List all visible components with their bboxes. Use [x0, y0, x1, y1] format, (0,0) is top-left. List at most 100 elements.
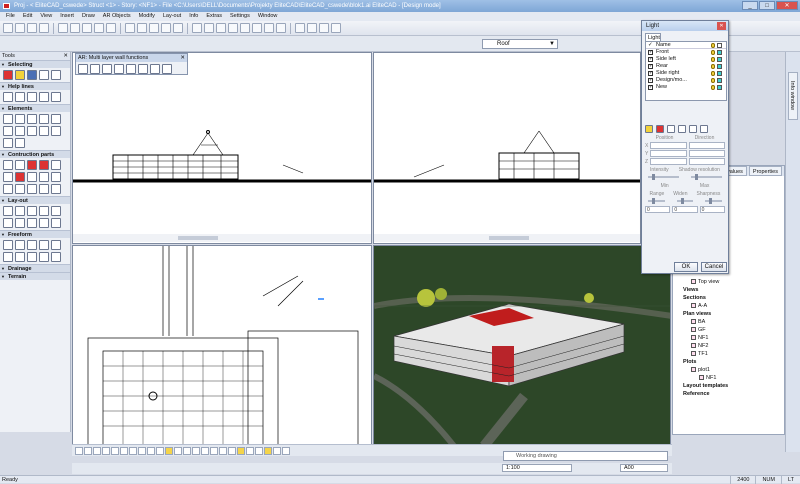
- group-terrain[interactable]: Terrain: [0, 272, 70, 281]
- snap-endpoint-icon[interactable]: [75, 446, 83, 455]
- legend-icon[interactable]: [27, 218, 37, 228]
- light-color-swatch[interactable]: [717, 64, 722, 69]
- tree-node-top-view[interactable]: Top view: [675, 278, 782, 286]
- sharpness-input[interactable]: 0: [699, 206, 725, 213]
- snap-polar-icon[interactable]: [255, 446, 263, 455]
- light-checkbox[interactable]: [648, 63, 653, 70]
- select-layer-icon[interactable]: [39, 70, 49, 80]
- intensity-slider[interactable]: [648, 174, 679, 180]
- view-iso-icon[interactable]: [331, 23, 341, 33]
- select-all-icon[interactable]: [51, 70, 61, 80]
- ceiling-icon[interactable]: [51, 184, 61, 194]
- tab-properties[interactable]: Properties: [748, 166, 782, 176]
- light-bulb-icon[interactable]: [711, 64, 715, 69]
- tree-node-layout-templates[interactable]: Layout templates: [675, 382, 782, 390]
- image-icon[interactable]: [51, 218, 61, 228]
- range-input[interactable]: 0: [645, 206, 671, 213]
- tree-node-tf1[interactable]: TF1: [675, 350, 782, 358]
- light-bulb-icon[interactable]: [711, 50, 715, 55]
- tree-node-ba[interactable]: BA: [675, 318, 782, 326]
- position-y-input[interactable]: [650, 150, 687, 157]
- tree-node-plan-views[interactable]: Plan views: [675, 310, 782, 318]
- dimension-icon[interactable]: [3, 138, 13, 148]
- frame-icon[interactable]: [39, 206, 49, 216]
- light-color-icon[interactable]: [667, 125, 675, 133]
- new-file-icon[interactable]: [3, 23, 13, 33]
- snap-magnet-icon[interactable]: [237, 446, 245, 455]
- group-elements[interactable]: Elements: [0, 104, 70, 113]
- rectangle-icon[interactable]: [27, 114, 37, 124]
- menu-settings[interactable]: Settings: [226, 12, 254, 21]
- door-icon[interactable]: [39, 160, 49, 170]
- layer-select[interactable]: Roof ▼: [482, 39, 558, 49]
- print-icon[interactable]: [39, 23, 49, 33]
- light-icon[interactable]: [276, 23, 286, 33]
- view-top-icon[interactable]: [307, 23, 317, 33]
- snap-settings-icon[interactable]: [282, 446, 290, 455]
- zoom-window-icon[interactable]: [149, 23, 159, 33]
- select-element-icon[interactable]: [27, 70, 37, 80]
- wall-layer-icon[interactable]: [90, 64, 100, 74]
- new-light-icon[interactable]: [645, 125, 653, 133]
- snap-extension-icon[interactable]: [156, 446, 164, 455]
- arc-icon[interactable]: [51, 114, 61, 124]
- close-icon[interactable]: ✕: [180, 54, 185, 62]
- north-arrow-icon[interactable]: [51, 206, 61, 216]
- light-checkbox[interactable]: [648, 77, 653, 84]
- cancel-button[interactable]: Cancel: [701, 262, 727, 272]
- menu-edit[interactable]: Edit: [19, 12, 36, 21]
- sphere-icon[interactable]: [27, 240, 37, 250]
- snap-distance-icon[interactable]: [219, 446, 227, 455]
- range-slider[interactable]: [648, 198, 665, 204]
- light-checkbox[interactable]: [648, 70, 653, 77]
- line-icon[interactable]: [3, 114, 13, 124]
- wall-icon[interactable]: [3, 160, 13, 170]
- tree-node-sections[interactable]: Sections: [675, 294, 782, 302]
- snap-midpoint-icon[interactable]: [84, 446, 92, 455]
- wall-layer-icon[interactable]: [114, 64, 124, 74]
- tree-node-plot-nf1[interactable]: NF1: [675, 374, 782, 382]
- section-mark-icon[interactable]: [15, 218, 25, 228]
- light-color-swatch[interactable]: [717, 78, 722, 83]
- walk-icon[interactable]: [252, 23, 262, 33]
- close-icon[interactable]: ✕: [717, 22, 726, 30]
- menu-file[interactable]: File: [2, 12, 19, 21]
- open-light-icon[interactable]: [678, 125, 686, 133]
- menu-modify[interactable]: Modify: [135, 12, 159, 21]
- snap-active-icon[interactable]: [165, 446, 173, 455]
- box-icon[interactable]: [3, 240, 13, 250]
- shadow-slider[interactable]: [691, 174, 722, 180]
- light-color-swatch[interactable]: [717, 85, 722, 90]
- snap-tangent-icon[interactable]: [120, 446, 128, 455]
- direction-y-input[interactable]: [688, 150, 725, 157]
- snap-track-icon[interactable]: [264, 446, 272, 455]
- light-row[interactable]: Front: [646, 49, 726, 56]
- opening-icon[interactable]: [39, 172, 49, 182]
- group-construction-parts[interactable]: Contruction parts: [0, 150, 70, 159]
- menu-layout[interactable]: Lay-out: [159, 12, 185, 21]
- group-selecting[interactable]: Selecting: [0, 60, 70, 69]
- wall-layer-icon[interactable]: [138, 64, 148, 74]
- snap-center-icon[interactable]: [93, 446, 101, 455]
- light-row[interactable]: Side right: [646, 70, 726, 77]
- position-x-input[interactable]: [650, 142, 687, 149]
- direction-x-input[interactable]: [688, 142, 725, 149]
- redo-icon[interactable]: [106, 23, 116, 33]
- menu-insert[interactable]: Insert: [56, 12, 78, 21]
- snap-parallel-icon[interactable]: [174, 446, 182, 455]
- stair-icon[interactable]: [51, 160, 61, 170]
- help-line-icon[interactable]: [3, 92, 13, 102]
- railing-icon[interactable]: [3, 184, 13, 194]
- hatch-icon[interactable]: [51, 126, 61, 136]
- roof-icon[interactable]: [15, 172, 25, 182]
- tree-node-nf2[interactable]: NF2: [675, 342, 782, 350]
- help-line-cross-icon[interactable]: [51, 92, 61, 102]
- column-icon[interactable]: [15, 160, 25, 170]
- save-light-icon[interactable]: [689, 125, 697, 133]
- window-icon[interactable]: [27, 160, 37, 170]
- mesh-icon[interactable]: [51, 252, 61, 262]
- menu-view[interactable]: View: [36, 12, 56, 21]
- view-front-icon[interactable]: [295, 23, 305, 33]
- loft-icon[interactable]: [27, 252, 37, 262]
- grid-icon[interactable]: [204, 23, 214, 33]
